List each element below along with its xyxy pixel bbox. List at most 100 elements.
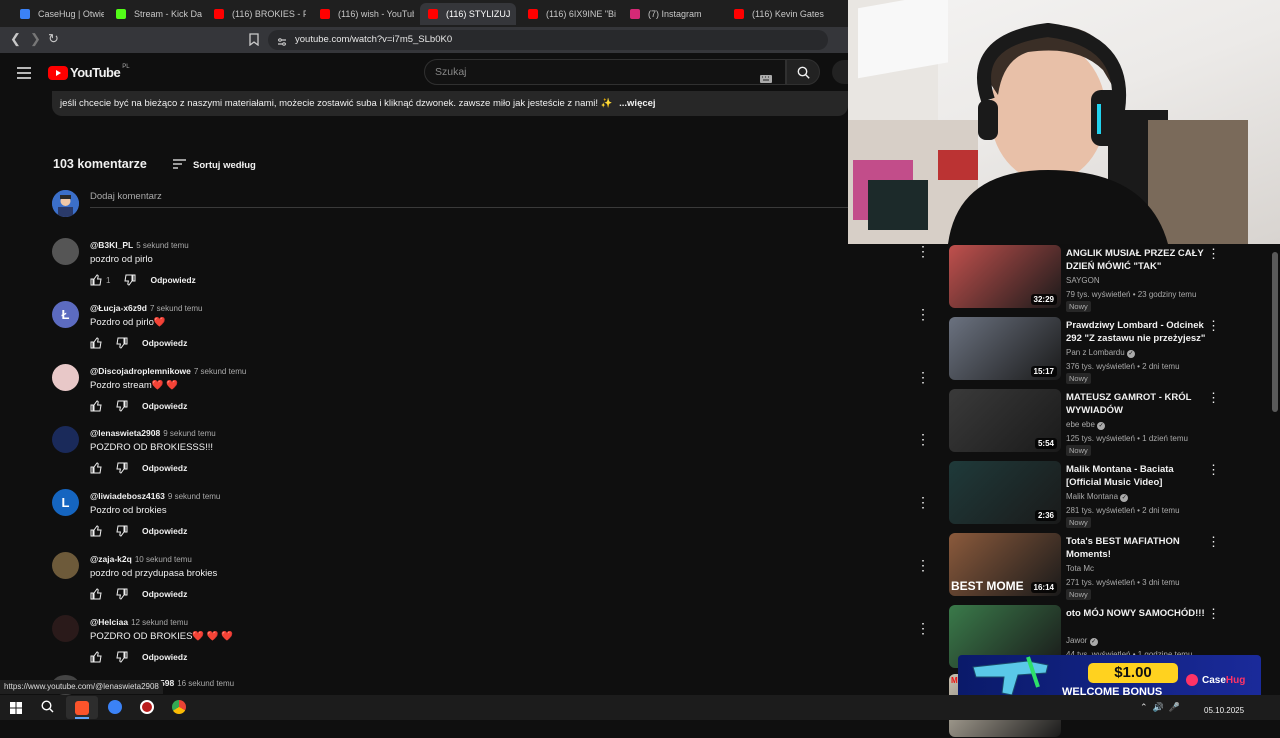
youtube-logo[interactable]: YouTube PL — [48, 64, 130, 80]
comment-menu-icon[interactable]: ⋮ — [916, 620, 930, 637]
comment-avatar[interactable]: L — [52, 489, 79, 516]
brave-taskbar-button[interactable] — [66, 696, 98, 719]
reload-icon[interactable]: ↻ — [48, 31, 59, 47]
video-thumbnail[interactable]: 2:36 — [949, 461, 1061, 524]
search-input[interactable]: Szukaj — [424, 59, 786, 85]
like-icon[interactable] — [90, 274, 102, 286]
video-title[interactable]: MATEUSZ GAMROT - KRÓL WYWIADÓW — [1066, 391, 1206, 417]
channel-name[interactable]: Jawor ✓ — [1066, 636, 1098, 646]
browser-tab[interactable]: (116) wish - YouTub — [312, 3, 414, 25]
comment-time[interactable]: 9 sekund temu — [168, 492, 220, 501]
chrome-icon[interactable] — [172, 700, 186, 714]
browser-tab[interactable]: (116) 6IX9INE "Billy — [520, 3, 616, 25]
add-comment-input[interactable]: Dodaj komentarz — [90, 191, 848, 208]
dislike-icon[interactable] — [124, 274, 136, 286]
comment-time[interactable]: 9 sekund temu — [163, 429, 215, 438]
forward-icon[interactable]: ❯ — [30, 31, 41, 47]
video-menu-icon[interactable]: ⋮ — [1207, 318, 1220, 334]
comment-author[interactable]: @Discojadroplemnikowe — [90, 366, 191, 376]
keyboard-icon[interactable] — [760, 68, 772, 92]
video-title[interactable]: oto MÓJ NOWY SAMOCHÓD!!! — [1066, 607, 1206, 620]
comment-avatar[interactable] — [52, 364, 79, 391]
reply-button[interactable]: Odpowiedz — [150, 275, 195, 285]
comment-avatar[interactable] — [52, 552, 79, 579]
video-menu-icon[interactable]: ⋮ — [1207, 390, 1220, 406]
like-icon[interactable] — [90, 400, 102, 412]
comment-time[interactable]: 10 sekund temu — [135, 555, 192, 564]
bookmark-icon[interactable] — [249, 33, 259, 51]
recommended-video[interactable]: BEST MOME 16:14 Tota's BEST MAFIATHON Mome… — [949, 533, 1279, 600]
recommended-video[interactable]: 5:54 MATEUSZ GAMROT - KRÓL WYWIADÓW ebe eb… — [949, 389, 1279, 456]
reply-button[interactable]: Odpowiedz — [142, 401, 187, 411]
dislike-icon[interactable] — [116, 525, 128, 537]
tray-icons[interactable]: ⌃ 🔊 🎤 — [1140, 702, 1180, 713]
comment-menu-icon[interactable]: ⋮ — [916, 369, 930, 386]
comment-avatar[interactable] — [52, 238, 79, 265]
comment-time[interactable]: 12 sekund temu — [131, 618, 188, 627]
sort-button[interactable]: Sortuj według — [173, 156, 256, 174]
reply-button[interactable]: Odpowiedz — [142, 589, 187, 599]
video-title[interactable]: Malik Montana - Baciata [Official Music … — [1066, 463, 1206, 489]
comment-author[interactable]: @zaja-k2q — [90, 554, 132, 564]
recommended-video[interactable]: 15:17 Prawdziwy Lombard - Odcinek 292 "Z … — [949, 317, 1279, 384]
browser-tab[interactable]: CaseHug | Otwieraj — [12, 3, 104, 25]
search-button[interactable] — [786, 59, 820, 85]
comment-time[interactable]: 7 sekund temu — [194, 367, 246, 376]
comment-menu-icon[interactable]: ⋮ — [916, 557, 930, 574]
channel-name[interactable]: Malik Montana ✓ — [1066, 492, 1129, 502]
browser-tab[interactable]: Stream - Kick Da — [108, 3, 204, 25]
reply-button[interactable]: Odpowiedz — [142, 652, 187, 662]
reply-button[interactable]: Odpowiedz — [142, 463, 187, 473]
comment-avatar[interactable] — [52, 615, 79, 642]
site-info-icon[interactable] — [277, 35, 287, 55]
video-thumbnail[interactable]: BEST MOME 16:14 — [949, 533, 1061, 596]
channel-name[interactable]: ebe ebe ✓ — [1066, 420, 1106, 430]
video-title[interactable]: Tota's BEST MAFIATHON Moments! — [1066, 535, 1206, 561]
recommended-video[interactable]: 2:36 Malik Montana - Baciata [Official Mu… — [949, 461, 1279, 528]
comment-menu-icon[interactable]: ⋮ — [916, 431, 930, 448]
comment-author[interactable]: @liwiadebosz4163 — [90, 491, 165, 501]
comment-time[interactable]: 5 sekund temu — [136, 241, 188, 250]
video-title[interactable]: ANGLIK MUSIAŁ PRZEZ CAŁY DZIEŃ MÓWIĆ "TA… — [1066, 247, 1206, 273]
browser-tab[interactable]: (116) BROKIES - PL — [206, 3, 306, 25]
like-icon[interactable] — [90, 588, 102, 600]
dislike-icon[interactable] — [116, 462, 128, 474]
reply-button[interactable]: Odpowiedz — [142, 338, 187, 348]
browser-tab[interactable]: (7) Instagram — [622, 3, 718, 25]
comment-author-partial[interactable]: 598 16 sekund temu — [160, 678, 234, 688]
video-description[interactable]: jeśli chcecie być na bieżąco z naszymi m… — [52, 91, 848, 116]
video-menu-icon[interactable]: ⋮ — [1207, 534, 1220, 550]
like-icon[interactable] — [90, 651, 102, 663]
back-icon[interactable]: ❮ — [10, 31, 21, 47]
video-menu-icon[interactable]: ⋮ — [1207, 606, 1220, 622]
comment-menu-icon[interactable]: ⋮ — [916, 306, 930, 323]
like-icon[interactable] — [90, 525, 102, 537]
video-title[interactable]: Prawdziwy Lombard - Odcinek 292 "Z zasta… — [1066, 319, 1206, 345]
channel-name[interactable]: Pan z Lombardu ✓ — [1066, 348, 1135, 358]
video-menu-icon[interactable]: ⋮ — [1207, 246, 1220, 262]
comment-time[interactable]: 7 sekund temu — [150, 304, 202, 313]
comment-author[interactable]: @Helciaa — [90, 617, 128, 627]
channel-name[interactable]: Tota Mc — [1066, 564, 1094, 573]
comment-author[interactable]: @Łucja-x6z9d — [90, 303, 147, 313]
like-icon[interactable] — [90, 462, 102, 474]
comment-menu-icon[interactable]: ⋮ — [916, 243, 930, 260]
page-scrollbar[interactable] — [1272, 252, 1278, 412]
dislike-icon[interactable] — [116, 400, 128, 412]
chrome-profile-icon[interactable] — [108, 700, 122, 714]
channel-name[interactable]: SAYGON — [1066, 276, 1100, 285]
windows-start-icon[interactable] — [10, 701, 22, 719]
video-thumbnail[interactable]: 15:17 — [949, 317, 1061, 380]
video-thumbnail[interactable]: 5:54 — [949, 389, 1061, 452]
app-icon[interactable] — [140, 700, 154, 714]
reply-button[interactable]: Odpowiedz — [142, 526, 187, 536]
video-menu-icon[interactable]: ⋮ — [1207, 462, 1220, 478]
comment-avatar[interactable] — [52, 426, 79, 453]
search-taskbar-icon[interactable] — [41, 700, 54, 718]
comment-author[interactable]: @lenaswieta2908 — [90, 428, 160, 438]
comment-avatar[interactable]: Ł — [52, 301, 79, 328]
hamburger-menu-icon[interactable] — [17, 66, 31, 84]
video-thumbnail[interactable]: 32:29 — [949, 245, 1061, 308]
dislike-icon[interactable] — [116, 337, 128, 349]
comment-author[interactable]: @B3KI_PL — [90, 240, 133, 250]
